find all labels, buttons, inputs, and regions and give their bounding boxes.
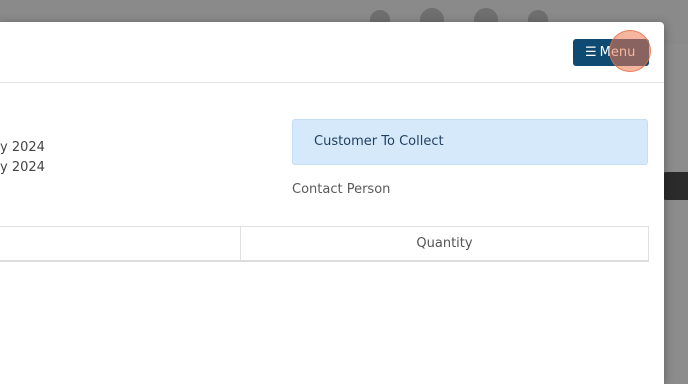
date-value: y 2024 xyxy=(0,160,45,175)
items-table-header: Quantity xyxy=(0,226,649,262)
contact-person-label: Contact Person xyxy=(292,182,391,197)
modal-header: ☰Menu xyxy=(0,22,664,83)
background-side-strip xyxy=(664,44,688,384)
collection-status-alert: Customer To Collect xyxy=(292,119,648,165)
table-header-cell xyxy=(0,227,241,261)
hamburger-icon: ☰ xyxy=(585,45,597,60)
click-indicator xyxy=(609,30,651,72)
order-modal: ☰Menu y 2024 y 2024 Customer To Collect … xyxy=(0,22,664,384)
quantity-column-header: Quantity xyxy=(416,236,473,251)
date-value: y 2024 xyxy=(0,140,45,155)
background-button xyxy=(662,172,688,200)
